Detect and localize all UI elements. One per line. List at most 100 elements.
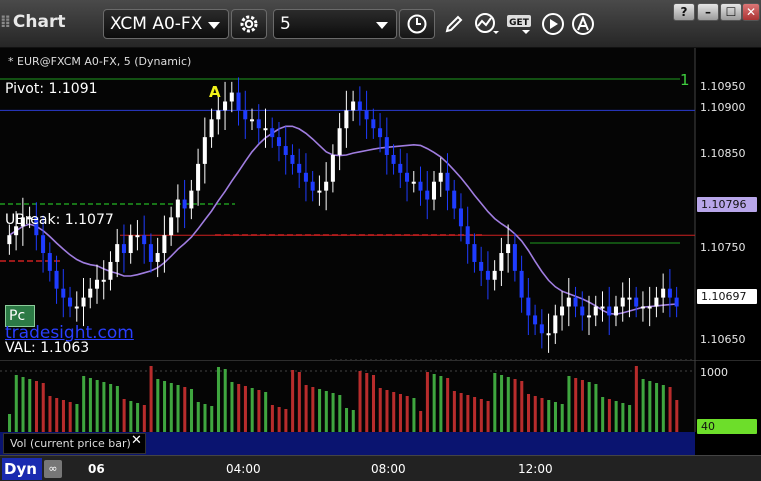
candle-body <box>263 128 268 131</box>
alert-icon <box>572 13 594 35</box>
y-tick: 1.10900 <box>700 101 746 114</box>
candle-body <box>499 253 504 271</box>
volume-bar <box>527 394 531 432</box>
volume-bar <box>405 396 409 432</box>
candle-body <box>148 244 153 262</box>
candle-body <box>256 119 261 129</box>
settings-button[interactable] <box>231 9 267 39</box>
volume-bar <box>473 397 477 432</box>
volume-bar <box>115 386 119 432</box>
minimize-button[interactable]: – <box>697 3 719 21</box>
volume-bar <box>493 373 497 432</box>
maximize-button[interactable]: ☐ <box>720 3 742 21</box>
volume-bar <box>156 379 160 432</box>
get-button[interactable]: GET <box>506 11 536 37</box>
candle-body <box>566 297 571 307</box>
candle-body <box>196 163 201 191</box>
candle-body <box>351 101 356 111</box>
candle-body <box>384 137 389 155</box>
candle-body <box>162 235 167 254</box>
volume-bar <box>324 391 328 432</box>
volume-bar <box>574 378 578 432</box>
volume-bar <box>237 384 241 432</box>
candle-body <box>452 190 457 209</box>
dyn-label[interactable]: Dyn <box>2 458 42 480</box>
title-bar: ⁞⁞ Chart XCM A0-FX 5 GET ? – ☐ ✕ <box>0 0 761 48</box>
gear-icon <box>240 15 258 33</box>
candle-body <box>115 244 120 262</box>
volume-bar <box>82 376 86 432</box>
volume-bar <box>446 378 450 432</box>
link-icon[interactable]: ∞ <box>44 460 62 478</box>
x-tick: 04:00 <box>226 462 261 476</box>
interval-dropdown[interactable]: 5 <box>273 9 397 39</box>
candle-body <box>661 288 666 298</box>
candle-body <box>344 110 349 129</box>
volume-bar <box>216 367 220 432</box>
volume-bar <box>452 391 456 432</box>
volume-bar <box>122 399 126 432</box>
volume-bar <box>580 380 584 432</box>
candle-body <box>560 306 565 316</box>
volume-bar <box>21 377 25 432</box>
candle-body <box>229 92 234 102</box>
candle-body <box>364 110 369 120</box>
candle-body <box>378 128 383 138</box>
volume-bar <box>68 402 72 432</box>
alert-button[interactable] <box>569 11 597 37</box>
time-button[interactable] <box>399 9 435 39</box>
volume-bar <box>163 381 167 432</box>
x-tick: 06 <box>88 462 105 476</box>
volume-bar <box>641 379 645 432</box>
marker-a: A <box>209 83 221 101</box>
candle-body <box>398 163 403 173</box>
candle-body <box>317 190 322 193</box>
clock-icon <box>407 14 427 34</box>
candle-body <box>121 244 126 254</box>
candle-body <box>573 297 578 307</box>
volume-bar <box>614 401 618 432</box>
candle-body <box>640 306 645 309</box>
volume-chart[interactable] <box>0 360 761 432</box>
candle-body <box>337 128 342 155</box>
play-button[interactable] <box>539 11 567 37</box>
symbol-dropdown[interactable]: XCM A0-FX <box>103 9 229 39</box>
volume-bar <box>318 389 322 432</box>
vol-tick: 1000 <box>700 366 728 379</box>
close-icon[interactable]: ✕ <box>131 433 142 448</box>
candle-body <box>303 172 308 182</box>
volume-bar <box>331 393 335 432</box>
close-button[interactable]: ✕ <box>742 3 760 21</box>
candle-body <box>223 101 228 111</box>
volume-bar <box>284 409 288 432</box>
candle-body <box>674 297 679 307</box>
indicator-button[interactable] <box>472 11 502 37</box>
volume-bar <box>257 390 261 432</box>
candle-body <box>391 154 396 164</box>
candle-body <box>283 146 288 155</box>
volume-bar <box>594 384 598 432</box>
candle-body <box>667 288 672 298</box>
candle-body <box>533 315 538 325</box>
ubreak-label: UBreak: 1.1077 <box>5 212 114 228</box>
interval-value: 5 <box>280 14 291 34</box>
price-chart[interactable] <box>0 48 761 360</box>
candle-body <box>485 270 490 280</box>
indicator-icon <box>475 13 499 34</box>
volume-bar <box>304 385 308 432</box>
y-tick: 1.10850 <box>700 147 746 160</box>
candle-body <box>620 297 625 307</box>
candle-body <box>506 244 511 254</box>
volume-bar <box>190 389 194 432</box>
candle-body <box>47 253 52 271</box>
candle-body <box>276 137 281 147</box>
volume-bar <box>628 405 632 432</box>
time-axis: Dyn ∞ 06 04:00 08:00 12:00 <box>0 455 761 481</box>
candle-body <box>169 217 174 236</box>
candle-body <box>438 172 443 182</box>
help-button[interactable]: ? <box>673 3 695 21</box>
draw-button[interactable] <box>440 11 468 37</box>
candle-body <box>330 154 335 182</box>
candle-body <box>243 110 248 120</box>
candle-body <box>61 288 66 298</box>
